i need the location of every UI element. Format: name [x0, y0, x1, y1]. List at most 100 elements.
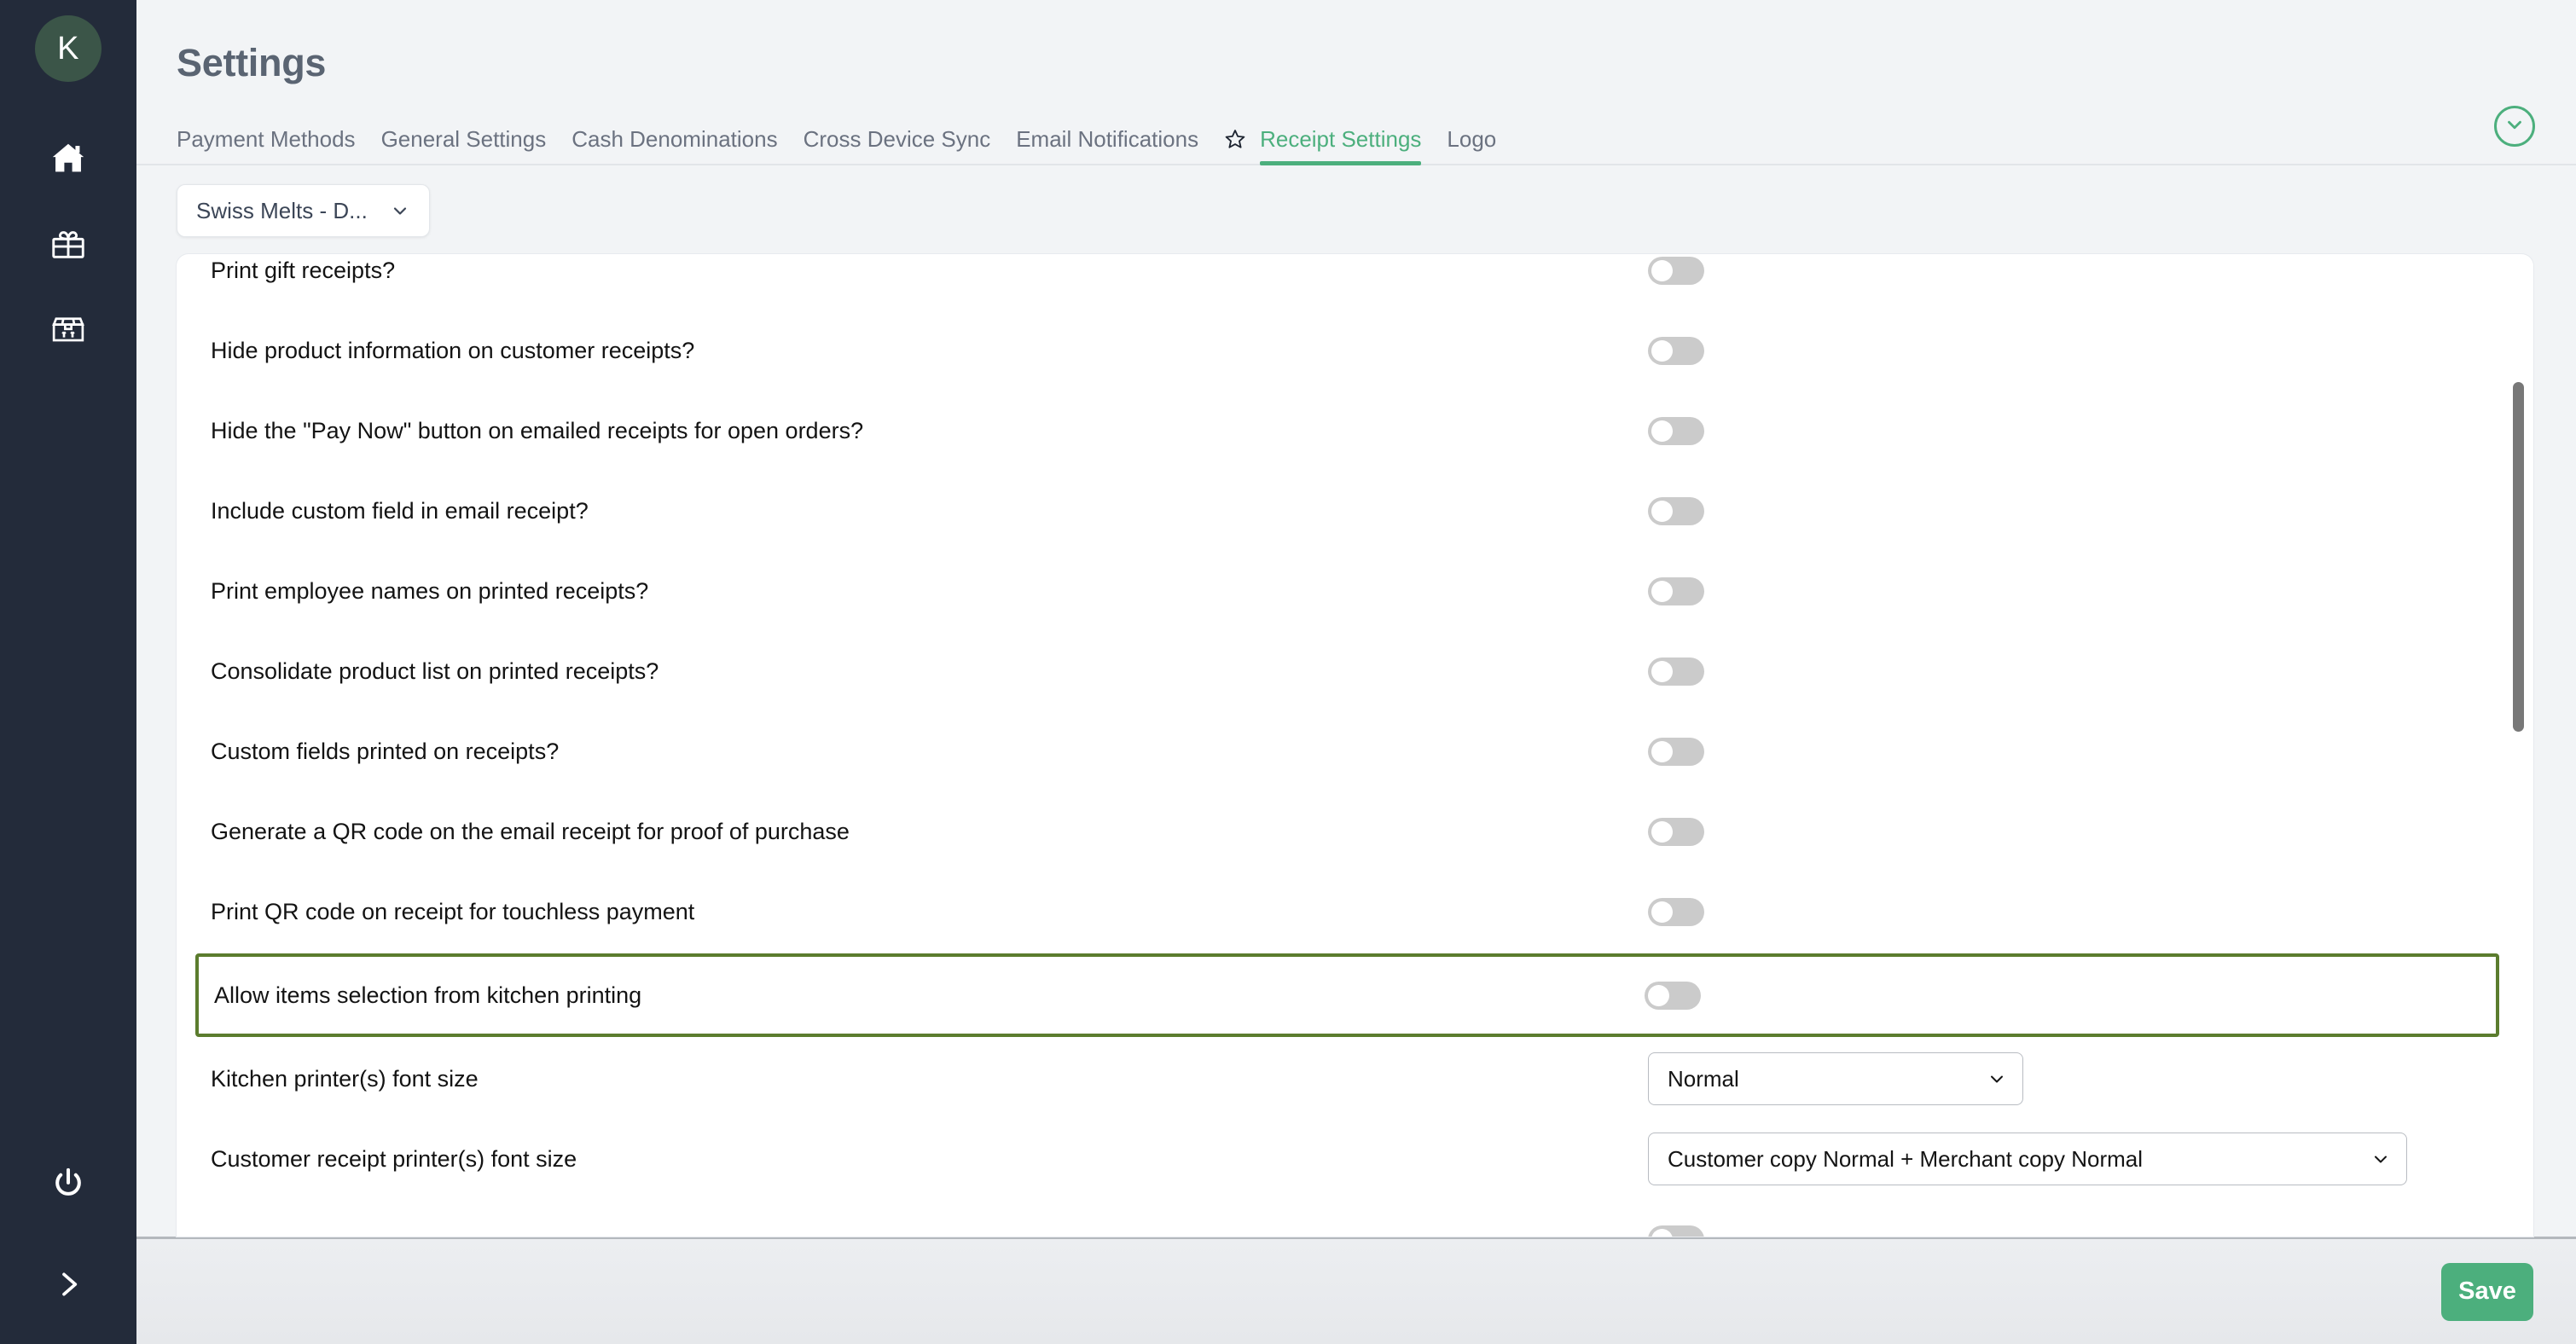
select-value: Customer copy Normal + Merchant copy Nor… [1668, 1145, 2144, 1172]
setting-label: Include custom field in email receipt? [211, 497, 589, 524]
table-row: Hide product information on customer rec… [195, 310, 2499, 391]
store-selector[interactable]: Swiss Melts - D... [177, 184, 430, 237]
setting-control [1648, 416, 2484, 445]
setting-label: Custom fields printed on receipts? [211, 738, 560, 764]
toggle-knob [1651, 339, 1673, 362]
setting-control [1645, 981, 2480, 1010]
avatar[interactable]: K [35, 15, 102, 82]
toggle-print-qr-touchless-payment[interactable] [1648, 897, 1704, 926]
setting-control [1648, 256, 2484, 285]
sidebar-bottom-group [0, 1143, 136, 1325]
table-row: Consolidate product list on printed rece… [195, 631, 2499, 711]
select-customer-receipt-printer-font-size[interactable]: Customer copy Normal + Merchant copy Nor… [1648, 1133, 2407, 1185]
setting-label: Kitchen printer(s) font size [211, 1065, 479, 1092]
setting-label: Consolidate product list on printed rece… [211, 658, 659, 684]
sidebar-item-gifts[interactable] [27, 203, 109, 285]
setting-label: Generate a QR code on the email receipt … [211, 818, 850, 844]
chevron-down-icon [2503, 113, 2526, 140]
setting-control [1648, 336, 2484, 365]
home-icon [49, 139, 88, 178]
chevron-down-icon [390, 200, 410, 221]
setting-control [1648, 817, 2484, 846]
tabs-bar: Payment Methods General Settings Cash De… [136, 106, 2576, 165]
toggle-custom-fields-printed[interactable] [1648, 737, 1704, 766]
settings-card-wrapper: Print gift receipts? Hide product inform… [136, 254, 2576, 1237]
setting-label: Print gift receipts? [211, 257, 396, 283]
setting-control [1648, 897, 2484, 926]
sidebar-item-inventory[interactable] [27, 288, 109, 370]
toggle-knob [1651, 500, 1673, 522]
setting-label: Hide the "Pay Now" button on emailed rec… [211, 417, 864, 443]
main-area: Settings Payment Methods General Setting… [136, 0, 2576, 1344]
toggle-knob [1651, 259, 1673, 281]
settings-card: Print gift receipts? Hide product inform… [177, 254, 2533, 1237]
tab-email-notifications[interactable]: Email Notifications [1016, 128, 1198, 164]
tab-cross-device-sync[interactable]: Cross Device Sync [804, 128, 991, 164]
table-row [195, 1199, 2499, 1237]
setting-control [1648, 737, 2484, 766]
setting-label: Customer receipt printer(s) font size [211, 1145, 577, 1172]
inventory-box-icon [49, 310, 88, 349]
tab-receipt-settings[interactable]: Receipt Settings [1260, 128, 1422, 165]
sidebar: K [0, 0, 136, 1344]
setting-control: Customer copy Normal + Merchant copy Nor… [1648, 1133, 2484, 1185]
store-selector-row: Swiss Melts - D... [136, 165, 2576, 254]
page-title: Settings [177, 41, 327, 84]
table-row: Kitchen printer(s) font size Normal [195, 1039, 2499, 1119]
toggle-print-employee-names[interactable] [1648, 576, 1704, 605]
gift-icon [49, 224, 88, 264]
setting-control [1648, 496, 2484, 525]
setting-control [1648, 576, 2484, 605]
setting-label: Print employee names on printed receipts… [211, 577, 649, 604]
toggle-hide-pay-now-button[interactable] [1648, 416, 1704, 445]
select-kitchen-printer-font-size[interactable]: Normal [1648, 1052, 2023, 1105]
tab-logo[interactable]: Logo [1447, 128, 1496, 164]
setting-label: Print QR code on receipt for touchless p… [211, 898, 695, 924]
power-icon [49, 1165, 87, 1202]
sidebar-item-home[interactable] [27, 118, 109, 200]
favorite-star-icon[interactable] [1224, 128, 1246, 164]
store-selector-value: Swiss Melts - D... [196, 197, 368, 223]
toggle-knob [1651, 740, 1673, 762]
scrollbar-thumb[interactable] [2513, 382, 2524, 732]
table-row: Hide the "Pay Now" button on emailed rec… [195, 391, 2499, 471]
toggle-print-gift-receipts[interactable] [1648, 256, 1704, 285]
chevron-down-icon [1987, 1069, 2007, 1089]
settings-list: Print gift receipts? Hide product inform… [177, 254, 2533, 1237]
tab-payment-methods[interactable]: Payment Methods [177, 128, 356, 164]
setting-control [1648, 657, 2484, 686]
table-row: Print employee names on printed receipts… [195, 551, 2499, 631]
toggle-knob [1651, 901, 1673, 923]
table-row-highlighted: Allow items selection from kitchen print… [195, 953, 2499, 1037]
collapse-panel-button[interactable] [2494, 106, 2535, 147]
setting-control: Normal [1648, 1052, 2484, 1105]
tab-cash-denominations[interactable]: Cash Denominations [571, 128, 777, 164]
toggle-allow-items-selection-kitchen-printing[interactable] [1645, 981, 1701, 1010]
table-row: Customer receipt printer(s) font size Cu… [195, 1119, 2499, 1199]
toggle-knob [1651, 580, 1673, 602]
table-row: Print gift receipts? [195, 254, 2499, 310]
toggle-include-custom-field-email[interactable] [1648, 496, 1704, 525]
toggle-next-clipped[interactable] [1648, 1225, 1704, 1237]
toggle-hide-product-information[interactable] [1648, 336, 1704, 365]
setting-label: Hide product information on customer rec… [211, 337, 695, 363]
table-row: Print QR code on receipt for touchless p… [195, 872, 2499, 952]
toggle-knob [1648, 984, 1669, 1006]
toggle-generate-qr-email-receipt[interactable] [1648, 817, 1704, 846]
toggle-knob [1651, 820, 1673, 843]
toggle-consolidate-product-list[interactable] [1648, 657, 1704, 686]
sidebar-expand-button[interactable] [27, 1243, 109, 1325]
setting-control [1648, 1225, 2484, 1237]
expand-chevron-right-icon [51, 1267, 85, 1301]
table-row: Include custom field in email receipt? [195, 471, 2499, 551]
table-row: Custom fields printed on receipts? [195, 711, 2499, 791]
sidebar-item-power[interactable] [27, 1143, 109, 1225]
save-button[interactable]: Save [2441, 1262, 2533, 1321]
app-root: K Settings Payment Methods General Setti… [0, 0, 2576, 1344]
setting-label: Allow items selection from kitchen print… [214, 982, 642, 1008]
select-value: Normal [1668, 1065, 1739, 1092]
footer-action-bar: Save [136, 1237, 2576, 1344]
content-scrollbar[interactable] [2511, 254, 2525, 1237]
toggle-knob [1651, 1228, 1673, 1237]
tab-general-settings[interactable]: General Settings [381, 128, 547, 164]
